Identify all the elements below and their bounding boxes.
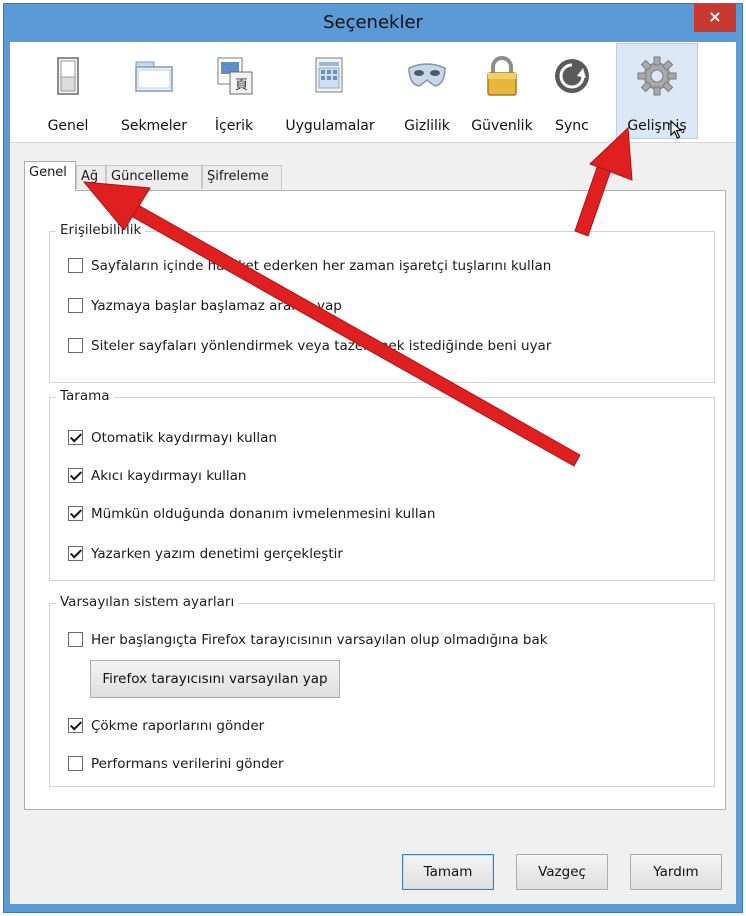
tab-ag[interactable]: Ağ (76, 165, 106, 189)
option-label: Her başlangıçta Firefox tarayıcısının va… (91, 632, 548, 648)
window-title: Seçenekler (323, 12, 423, 33)
toolbar-label: Sync (555, 118, 589, 134)
toolbar-item-gelismis[interactable]: Gelişmiş (616, 43, 698, 139)
checkbox[interactable] (68, 632, 83, 647)
toolbar-item-gizlilik[interactable]: Gizlilik (394, 44, 460, 138)
toolbar-item-guvenlik[interactable]: Güvenlik (466, 44, 538, 138)
tab-sifreleme[interactable]: Şifreleme (202, 165, 282, 189)
toolbar-label: Gelişmiş (627, 118, 687, 134)
toolbar-label: Güvenlik (471, 118, 533, 134)
make-default-button[interactable]: Firefox tarayıcısını varsayılan yap (90, 660, 340, 698)
option-label: Mümkün olduğunda donanım ivmelenmesini k… (91, 506, 436, 522)
option-label: Akıcı kaydırmayı kullan (91, 468, 247, 484)
option-label: Performans verilerini gönder (91, 756, 284, 772)
checkbox[interactable] (68, 258, 83, 273)
tab-guncelleme[interactable]: Güncelleme (106, 165, 202, 189)
option-label: Yazmaya başlar başlamaz arama yap (91, 298, 342, 314)
toolbar-item-genel[interactable]: Genel (40, 44, 96, 138)
content-image-icon: 頁 (217, 57, 253, 95)
checkbox[interactable] (68, 298, 83, 313)
checkbox[interactable] (68, 718, 83, 733)
option-label: Çökme raporlarını gönder (91, 718, 265, 734)
toolbar-label: Gizlilik (404, 118, 450, 134)
svg-text:頁: 頁 (235, 78, 248, 93)
close-button[interactable]: × (694, 4, 736, 32)
lock-icon (487, 56, 517, 96)
cancel-button[interactable]: Vazgeç (516, 854, 608, 890)
title-bar[interactable]: Seçenekler × (4, 4, 742, 42)
checkbox[interactable] (68, 338, 83, 353)
group-title: Tarama (56, 388, 114, 404)
tab-genel[interactable]: Genel (24, 161, 76, 191)
toolbar-label: Uygulamalar (285, 118, 375, 134)
tab-panel-general: Erişilebilirlik Sayfaların içinde hareke… (24, 190, 726, 810)
mouse-cursor-icon (670, 120, 683, 139)
option-label: Yazarken yazım denetimi gerçekleştir (91, 546, 343, 562)
window-tabs-icon (135, 61, 173, 92)
toolbar-item-sync[interactable]: Sync (544, 44, 600, 138)
sync-icon (555, 59, 589, 93)
checkbox[interactable] (68, 430, 83, 445)
toolbar-item-uygulamalar[interactable]: Uygulamalar (278, 44, 382, 138)
applications-icon (315, 57, 343, 93)
checkbox[interactable] (68, 468, 83, 483)
dialog-body: Genel Sekmeler 頁 İçerik Uygulamalar Gizl… (10, 42, 736, 904)
ok-button[interactable]: Tamam (402, 854, 494, 890)
toolbar-item-sekmeler[interactable]: Sekmeler (114, 44, 194, 138)
switch-icon (57, 57, 79, 95)
gear-icon (637, 56, 677, 96)
group-title: Varsayılan sistem ayarları (56, 594, 239, 610)
help-button[interactable]: Yardım (630, 854, 722, 890)
toolbar-item-icerik[interactable]: 頁 İçerik (206, 44, 262, 138)
option-label: Otomatik kaydırmayı kullan (91, 430, 277, 446)
option-label: Sayfaların içinde hareket ederken her za… (91, 258, 552, 274)
checkbox[interactable] (68, 756, 83, 771)
group-browsing: Tarama Otomatik kaydırmayı kullan Akıcı … (49, 388, 715, 581)
group-accessibility: Erişilebilirlik Sayfaların içinde hareke… (49, 222, 715, 383)
checkbox[interactable] (68, 506, 83, 521)
option-label: Siteler sayfaları yönlendirmek veya taze… (91, 338, 552, 354)
checkbox[interactable] (68, 546, 83, 561)
group-title: Erişilebilirlik (56, 222, 146, 238)
toolbar-label: Sekmeler (120, 118, 188, 134)
toolbar-label: Genel (47, 118, 89, 134)
mask-icon (408, 63, 446, 87)
toolbar-label: İçerik (214, 118, 254, 134)
group-system-defaults: Varsayılan sistem ayarları Her başlangıç… (49, 594, 715, 787)
options-window: Seçenekler × Genel Sekmeler 頁 İçerik Uyg… (4, 4, 742, 912)
category-toolbar: Genel Sekmeler 頁 İçerik Uygulamalar Gizl… (10, 42, 736, 143)
